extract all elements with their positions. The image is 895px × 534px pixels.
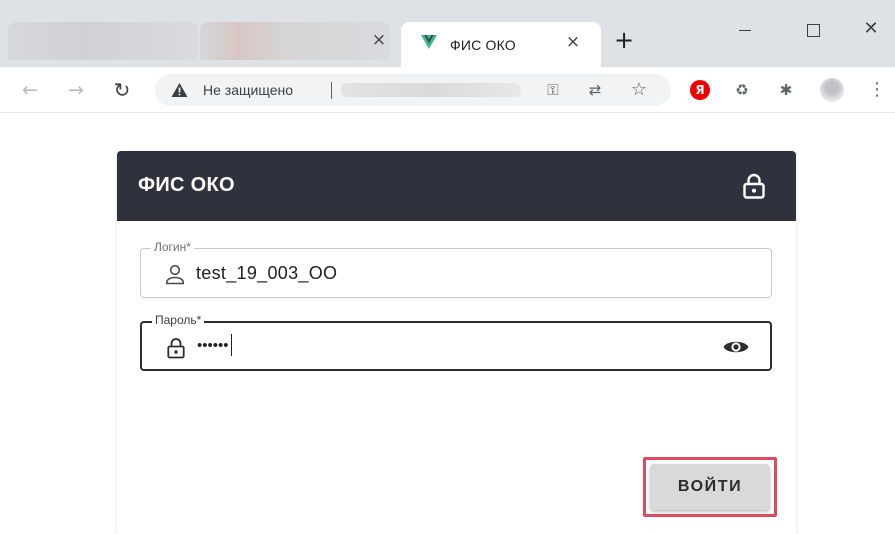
- lock-icon: [743, 173, 765, 199]
- show-password-eye-icon[interactable]: [722, 336, 750, 358]
- tab-close-icon[interactable]: ×: [371, 32, 387, 49]
- warning-icon[interactable]: [171, 82, 188, 98]
- login-field[interactable]: Логин* test_19_003_OO: [140, 240, 772, 298]
- tab-strip: × ФИС ОКО × + ✕: [0, 0, 895, 67]
- active-tab[interactable]: ФИС ОКО ×: [401, 22, 601, 67]
- blurred-tab[interactable]: [8, 22, 198, 60]
- yandex-extension-icon[interactable]: Я: [690, 80, 710, 100]
- highlight-frame: ВОЙТИ: [643, 457, 777, 517]
- maximize-icon[interactable]: [790, 18, 836, 44]
- reload-icon[interactable]: ↻: [110, 78, 134, 102]
- password-field[interactable]: Пароль* ••••••: [140, 313, 772, 371]
- profile-avatar[interactable]: [820, 78, 844, 102]
- kebab-menu-icon[interactable]: ⋮: [866, 79, 888, 101]
- vue-logo-icon: [421, 35, 437, 49]
- window-close-icon[interactable]: ✕: [848, 18, 894, 44]
- login-value[interactable]: test_19_003_OO: [196, 263, 337, 284]
- forward-arrow-icon[interactable]: →: [64, 78, 88, 102]
- blurred-url[interactable]: [341, 83, 521, 97]
- translate-icon[interactable]: ⇄: [585, 81, 605, 99]
- lock-icon: [167, 338, 185, 359]
- card-header: ФИС ОКО: [117, 151, 796, 221]
- login-card: ФИС ОКО Логин* test_19_003_OO Пароль* ••: [117, 151, 796, 534]
- address-bar[interactable]: Не защищено ⚿ ⇄ ☆: [155, 74, 671, 106]
- recycle-extension-icon[interactable]: ♻: [731, 79, 753, 101]
- security-status-text[interactable]: Не защищено: [203, 82, 325, 98]
- text-caret: [230, 334, 233, 356]
- key-icon[interactable]: ⚿: [543, 81, 563, 99]
- bookmark-star-icon[interactable]: ☆: [629, 81, 649, 99]
- password-label: Пароль*: [152, 313, 205, 327]
- browser-toolbar: ← → ↻ Не защищено ⚿ ⇄ ☆ Я ♻ ✱ ⋮: [0, 67, 895, 113]
- user-icon: [166, 264, 184, 285]
- page-content: ФИС ОКО Логин* test_19_003_OO Пароль* ••: [0, 114, 895, 534]
- page-title: ФИС ОКО: [138, 174, 235, 196]
- blurred-tab[interactable]: [200, 22, 390, 60]
- login-button[interactable]: ВОЙТИ: [650, 464, 770, 510]
- tab-close-icon[interactable]: ×: [565, 34, 581, 51]
- extensions-puzzle-icon[interactable]: ✱: [775, 79, 797, 101]
- back-arrow-icon[interactable]: ←: [18, 78, 42, 102]
- minimize-icon[interactable]: [722, 18, 768, 44]
- login-label: Логин*: [151, 240, 194, 254]
- password-value[interactable]: ••••••: [197, 334, 233, 356]
- address-divider: [331, 82, 332, 99]
- new-tab-icon[interactable]: +: [612, 28, 636, 53]
- tab-title: ФИС ОКО: [450, 37, 516, 53]
- password-dots: ••••••: [197, 337, 229, 354]
